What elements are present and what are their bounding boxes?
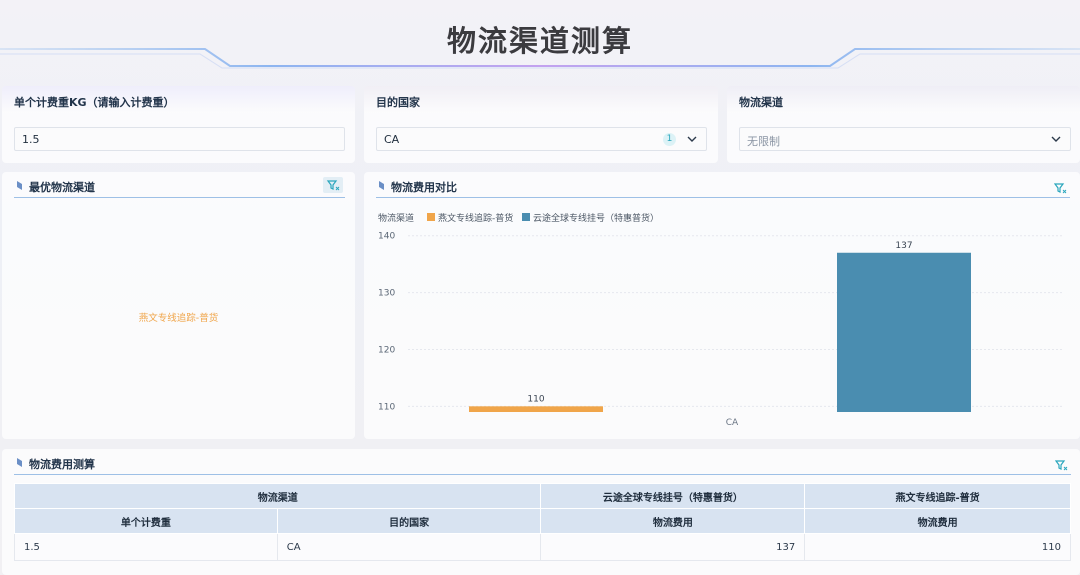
data-label: 137 — [895, 241, 912, 251]
weight-card: 单个计费重KG（请输入计费重） 1.5 — [2, 86, 355, 163]
table-cell: CA — [276, 533, 542, 561]
data-label: 110 — [527, 394, 544, 404]
x-tick-label: CA — [726, 418, 739, 428]
section-divider — [14, 474, 1071, 475]
country-value: CA — [384, 133, 400, 146]
y-tick-label: 140 — [378, 232, 395, 242]
column-header[interactable]: 单个计费重 — [14, 508, 278, 534]
filter-icon — [1054, 460, 1068, 471]
calc-table: 物流渠道 云途全球专线挂号（特惠普货） 燕文专线追踪-普货 单个计费重 目的国家… — [13, 483, 1071, 561]
calc-table-title: 物流费用测算 — [29, 458, 95, 471]
best-channel-title: 最优物流渠道 — [29, 181, 95, 194]
table-header-row: 单个计费重 目的国家 物流费用 物流费用 — [14, 508, 1071, 534]
section-divider — [14, 197, 345, 198]
column-header[interactable]: 目的国家 — [276, 508, 542, 534]
bar[interactable] — [469, 406, 603, 412]
chevron-down-icon[interactable] — [1050, 133, 1062, 145]
column-group-header[interactable]: 物流渠道 — [13, 483, 542, 509]
channel-label: 物流渠道 — [739, 96, 783, 109]
column-group-header[interactable]: 燕文专线追踪-普货 — [804, 483, 1071, 509]
calc-table-card: 物流费用测算 物流渠道 云途全球专线挂号（特惠普货） 燕文专线追踪-普货 单个计… — [2, 449, 1080, 575]
table-row[interactable]: 1.5 CA 137 110 — [14, 533, 1071, 561]
best-channel-card: 最优物流渠道 燕文专线追踪-普货 — [2, 172, 355, 439]
weight-input[interactable]: 1.5 — [14, 127, 345, 151]
channel-placeholder: 无限制 — [747, 135, 780, 148]
table-cell: 1.5 — [14, 533, 278, 561]
table-cell: 137 — [540, 533, 806, 561]
best-channel-value: 燕文专线追踪-普货 — [138, 313, 219, 324]
page-header: 物流渠道测算 — [0, 0, 1080, 82]
y-tick-label: 120 — [378, 345, 395, 355]
channel-select[interactable]: 无限制 — [739, 127, 1071, 151]
y-tick-label: 130 — [378, 289, 395, 299]
bar-chart: 110 120 130 140 110 137 CA — [378, 232, 1064, 428]
filter-icon — [326, 180, 340, 191]
selected-count-badge: 1 — [663, 133, 676, 146]
channel-card: 物流渠道 无限制 — [727, 86, 1080, 163]
filter-button[interactable] — [323, 177, 343, 193]
country-select[interactable]: CA 1 — [376, 127, 707, 151]
filter-button[interactable] — [1054, 457, 1069, 471]
country-label: 目的国家 — [376, 96, 420, 109]
table-header-row: 物流渠道 云途全球专线挂号（特惠普货） 燕文专线追踪-普货 — [13, 483, 1071, 509]
weight-label: 单个计费重KG（请输入计费重） — [14, 96, 175, 109]
table-cell: 110 — [804, 533, 1071, 561]
compare-chart-card: 物流费用对比 物流渠道 燕文专线追踪-普货 云途全球专线挂号（特惠普货） 110… — [364, 172, 1080, 439]
column-group-header[interactable]: 云途全球专线挂号（特惠普货） — [540, 483, 806, 509]
column-header[interactable]: 物流费用 — [540, 508, 806, 534]
column-header[interactable]: 物流费用 — [804, 508, 1071, 534]
page-title: 物流渠道测算 — [446, 24, 633, 58]
bar[interactable] — [837, 252, 971, 412]
weight-value: 1.5 — [22, 133, 40, 146]
country-card: 目的国家 CA 1 — [364, 86, 718, 163]
y-tick-label: 110 — [378, 402, 395, 412]
chevron-down-icon[interactable] — [686, 133, 698, 145]
